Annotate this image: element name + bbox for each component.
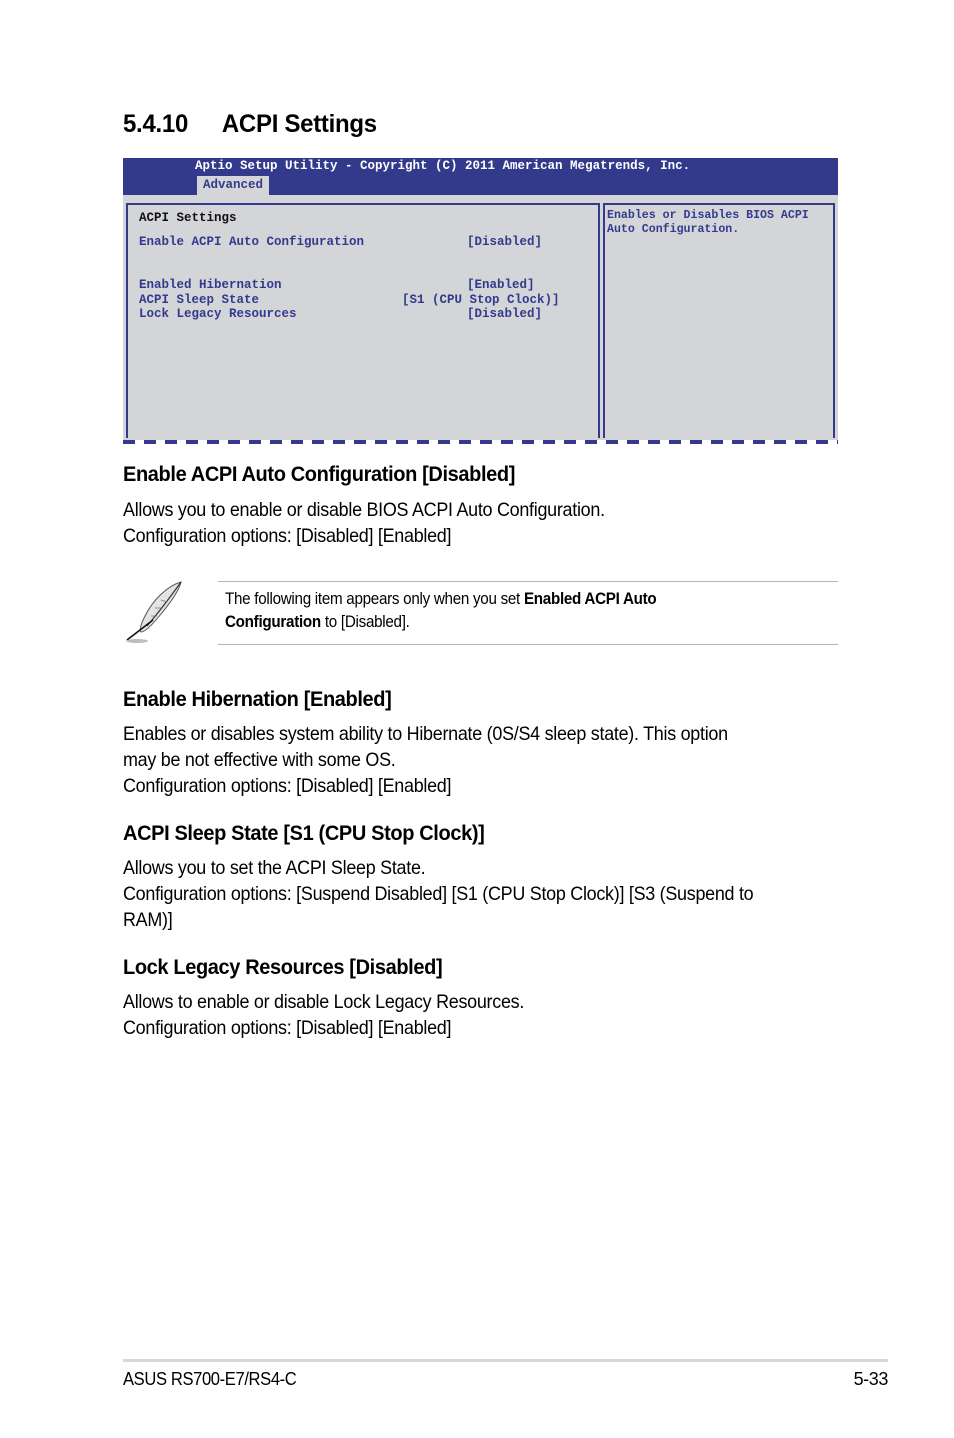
note-rule-top — [218, 581, 838, 582]
option-description: Configuration options: [Disabled] [Enabl… — [123, 775, 452, 797]
note-box: The following item appears only when you… — [123, 578, 838, 646]
bios-item-value[interactable]: [S1 (CPU Stop Clock)] — [402, 293, 560, 307]
option-description: may be not effective with some OS. — [123, 749, 396, 771]
bios-item-value[interactable]: [Disabled] — [467, 307, 542, 321]
note-text: The following item appears only when you… — [225, 590, 657, 631]
bios-help-text: Enables or Disables BIOS ACPI Auto Confi… — [607, 209, 809, 236]
option-description: Allows you to enable or disable BIOS ACP… — [123, 499, 605, 521]
option-description: Configuration options: [Suspend Disabled… — [123, 883, 754, 905]
bios-item-label[interactable]: Enable ACPI Auto Configuration — [139, 235, 364, 249]
option-heading: Enable Hibernation [Enabled] — [123, 687, 392, 711]
option-description: Configuration options: [Disabled] [Enabl… — [123, 525, 452, 547]
section-title-text: ACPI Settings — [221, 110, 377, 138]
option-heading: Lock Legacy Resources [Disabled] — [123, 955, 443, 979]
bios-help-pane — [603, 203, 835, 438]
bios-item-value[interactable]: [Enabled] — [467, 278, 535, 292]
bios-item-value[interactable]: [Disabled] — [467, 235, 542, 249]
bios-tab-advanced[interactable]: Advanced — [197, 176, 270, 195]
bios-item-label[interactable]: ACPI Sleep State — [139, 293, 259, 307]
bios-header-bar: Aptio Setup Utility - Copyright (C) 2011… — [123, 158, 838, 195]
bios-item-label[interactable]: Lock Legacy Resources — [139, 307, 297, 321]
feather-pen-icon — [126, 581, 182, 643]
option-description: RAM)] — [123, 909, 173, 931]
option-heading: ACPI Sleep State [S1 (CPU Stop Clock)] — [123, 821, 485, 845]
bios-cut-line — [123, 440, 838, 444]
section-title: 5.4.10 ACPI Settings — [123, 110, 377, 139]
option-description: Allows you to set the ACPI Sleep State. — [123, 857, 426, 879]
footer-rule — [123, 1359, 888, 1362]
section-number: 5.4.10 — [123, 110, 189, 138]
footer-page-number: 5-33 — [853, 1369, 889, 1389]
option-description: Enables or disables system ability to Hi… — [123, 723, 728, 745]
bios-item-label[interactable]: Enabled Hibernation — [139, 278, 282, 292]
footer-product-name: ASUS RS700-E7/RS4-C — [123, 1369, 297, 1389]
note-rule-bottom — [218, 644, 838, 645]
option-heading: Enable ACPI Auto Configuration [Disabled… — [123, 462, 516, 486]
option-description: Allows to enable or disable Lock Legacy … — [123, 991, 525, 1013]
option-description: Configuration options: [Disabled] [Enabl… — [123, 1017, 452, 1039]
bios-menu-heading: ACPI Settings — [139, 211, 237, 225]
bios-screenshot: Aptio Setup Utility - Copyright (C) 2011… — [123, 158, 838, 445]
bios-title: Aptio Setup Utility - Copyright (C) 2011… — [195, 159, 691, 173]
